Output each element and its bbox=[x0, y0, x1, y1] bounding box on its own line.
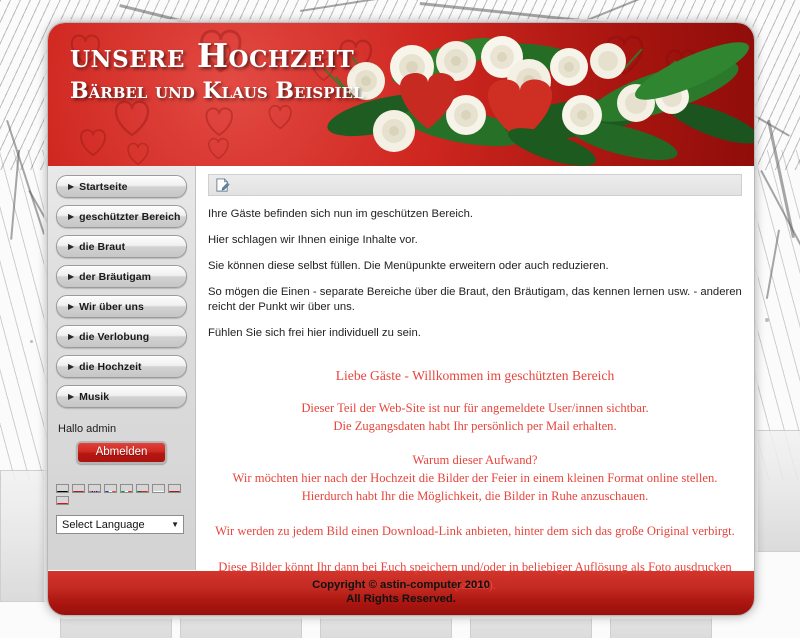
chevron-right-icon: ▶ bbox=[68, 181, 75, 191]
sidebar-item-startseite[interactable]: ▶ Startseite bbox=[56, 175, 187, 198]
content-paragraph: Hier schlagen wir Ihnen einige Inhalte v… bbox=[208, 233, 418, 246]
flag-france-icon[interactable] bbox=[104, 484, 117, 493]
chevron-right-icon: ▶ bbox=[68, 301, 75, 311]
sidebar-item-label: Wir über uns bbox=[79, 300, 144, 313]
language-select[interactable]: Select Language ▼ bbox=[56, 515, 184, 534]
sidebar-item-label: die Hochzeit bbox=[79, 360, 142, 373]
content-paragraph: So mögen die Einen - separate Bereiche ü… bbox=[208, 285, 742, 313]
chevron-down-icon: ▼ bbox=[171, 520, 179, 529]
sidebar-item-die-verlobung[interactable]: ▶ die Verlobung bbox=[56, 325, 187, 348]
sidebar-item-label: die Verlobung bbox=[79, 330, 150, 343]
sidebar-item-label: Startseite bbox=[79, 180, 128, 193]
header-banner: unsere Hochzeit Bärbel und Klaus Beispie… bbox=[48, 23, 754, 166]
sidebar-item-label: geschützter Bereich bbox=[79, 210, 181, 223]
sidebar-item-wir-ueber-uns[interactable]: ▶ Wir über uns bbox=[56, 295, 187, 318]
flag-spain-icon[interactable] bbox=[168, 484, 181, 493]
sidebar-item-die-braut[interactable]: ▶ die Braut bbox=[56, 235, 187, 258]
sidebar-item-label: Musik bbox=[79, 390, 110, 403]
chevron-right-icon: ▶ bbox=[68, 211, 75, 221]
flag-italy-icon[interactable] bbox=[120, 484, 133, 493]
content-toolbar bbox=[208, 174, 742, 196]
site-frame: unsere Hochzeit Bärbel und Klaus Beispie… bbox=[47, 22, 755, 616]
sidebar-item-musik[interactable]: ▶ Musik bbox=[56, 385, 187, 408]
red-line: Wir werden zu jedem Bild einen Download-… bbox=[215, 524, 735, 539]
chevron-right-icon: ▶ bbox=[68, 361, 75, 371]
logout-button[interactable]: Abmelden bbox=[75, 441, 168, 464]
language-select-value: Select Language bbox=[62, 518, 145, 531]
flag-portugal-icon[interactable] bbox=[136, 484, 149, 493]
sidebar-item-geschuetzter-bereich[interactable]: ▶ geschützter Bereich bbox=[56, 205, 187, 228]
red-heading: Liebe Gäste - Willkommen im geschützten … bbox=[335, 368, 615, 384]
language-flags bbox=[56, 484, 186, 505]
flag-germany-icon[interactable] bbox=[56, 484, 69, 493]
rose-bouquet-icon bbox=[324, 36, 754, 166]
chevron-right-icon: ▶ bbox=[68, 241, 75, 251]
flag-netherlands-icon[interactable] bbox=[72, 484, 85, 493]
banner-title: unsere Hochzeit bbox=[70, 36, 355, 75]
red-line: Hierdurch habt Ihr die Möglichkeit, die … bbox=[301, 489, 649, 504]
sidebar-item-der-braeutigam[interactable]: ▶ der Bräutigam bbox=[56, 265, 187, 288]
content-paragraph: Ihre Gäste befinden sich nun im geschütz… bbox=[208, 208, 474, 220]
edit-page-icon[interactable] bbox=[215, 177, 230, 193]
sidebar-item-label: die Braut bbox=[79, 240, 126, 253]
chevron-right-icon: ▶ bbox=[68, 391, 75, 401]
flag-united-kingdom-icon[interactable] bbox=[88, 484, 101, 493]
footer-copyright: Copyright © astin-computer 2010 bbox=[312, 579, 490, 592]
page-body: ▶ Startseite ▶ geschützter Bereich ▶ die… bbox=[48, 166, 754, 592]
sidebar-item-label: der Bräutigam bbox=[79, 270, 151, 283]
content-paragraph: Sie können diese selbst füllen. Die Menü… bbox=[208, 259, 609, 272]
red-line: Wir möchten hier nach der Hochzeit die B… bbox=[232, 470, 718, 485]
flag-russia-icon[interactable] bbox=[152, 484, 165, 493]
chevron-right-icon: ▶ bbox=[68, 271, 75, 281]
sidebar-item-die-hochzeit[interactable]: ▶ die Hochzeit bbox=[56, 355, 187, 378]
flag-turkey-icon[interactable] bbox=[56, 496, 69, 505]
banner-subtitle: Bärbel und Klaus Beispiel bbox=[70, 78, 364, 104]
chevron-right-icon: ▶ bbox=[68, 331, 75, 341]
sidebar: ▶ Startseite ▶ geschützter Bereich ▶ die… bbox=[48, 166, 196, 570]
content-paragraph: Fühlen Sie sich frei hier individuell zu… bbox=[208, 326, 421, 339]
main-content: Ihre Gäste befinden sich nun im geschütz… bbox=[196, 166, 754, 592]
footer-rights: All Rights Reserved. bbox=[346, 593, 456, 605]
red-line: Die Zugangsdaten habt Ihr persönlich per… bbox=[333, 419, 617, 434]
user-greeting: Hallo admin bbox=[58, 423, 117, 435]
red-line: Dieser Teil der Web-Site ist nur für ang… bbox=[301, 401, 649, 416]
logout-container: Abmelden bbox=[56, 441, 187, 464]
red-line: Warum dieser Aufwand? bbox=[412, 452, 538, 467]
